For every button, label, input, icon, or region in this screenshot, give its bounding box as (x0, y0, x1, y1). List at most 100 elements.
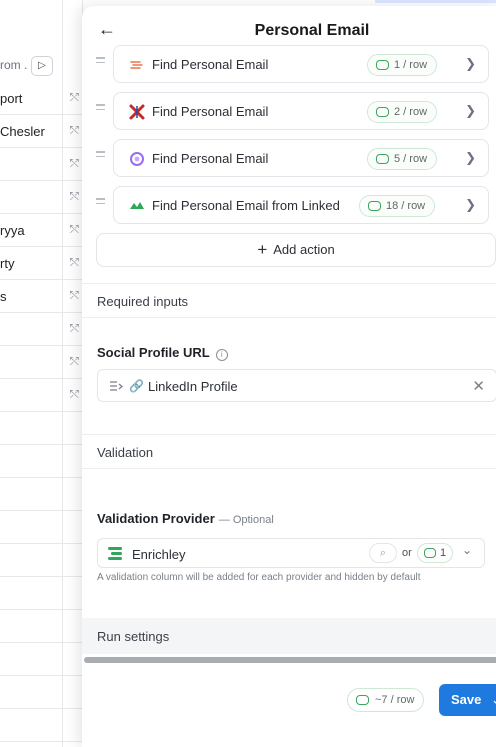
panel-title: Personal Email (254, 22, 370, 39)
table-cell[interactable]: port (0, 82, 62, 115)
table-row[interactable]: ⤲ (0, 379, 82, 412)
credit-coin-icon (376, 107, 389, 117)
or-text: or (402, 547, 412, 559)
action-card[interactable]: Find Personal Email 2 / row ❯ (113, 92, 489, 130)
table-row[interactable] (0, 577, 82, 610)
info-icon[interactable]: i (215, 349, 228, 361)
table-row[interactable] (0, 709, 82, 742)
row-link-icon: ⤲ (70, 92, 79, 104)
chevron-right-icon: ❯ (465, 197, 476, 212)
action-row: Find Personal Email 2 / row ❯ (96, 92, 496, 130)
action-card[interactable]: Find Personal Email 1 / row ❯ (113, 45, 489, 83)
run-settings-section[interactable]: Run settings (82, 618, 496, 654)
row-link-icon: ⤲ (70, 356, 79, 368)
table-row[interactable] (0, 412, 82, 445)
drag-handle-icon[interactable] (96, 104, 106, 118)
add-action-button[interactable]: + Add action (96, 233, 496, 267)
table-row[interactable] (0, 643, 82, 676)
divider (82, 317, 496, 318)
action-label: Find Personal Email (152, 57, 269, 72)
row-link-icon: ⤲ (70, 323, 79, 335)
divider (82, 283, 496, 284)
social-profile-input[interactable]: 🔗 LinkedIn Profile ✕ (97, 369, 496, 402)
social-profile-value: LinkedIn Profile (148, 379, 238, 394)
run-column-button[interactable]: ▷ (31, 56, 53, 76)
save-button[interactable]: Save ⌄ (439, 684, 496, 716)
run-settings-label: Run settings (97, 629, 170, 644)
action-row: Find Personal Email from Linked 18 / row… (96, 186, 496, 224)
credit-cost-badge: 1 / row (367, 54, 438, 76)
drag-handle-icon[interactable] (96, 57, 106, 71)
table-row[interactable] (0, 544, 82, 577)
credit-cost-badge: 18 / row (359, 195, 436, 217)
validation-help-text: A validation column will be added for ea… (97, 572, 421, 583)
provider-logo-icon (130, 61, 143, 69)
drag-handle-icon[interactable] (96, 198, 106, 212)
add-action-label: Add action (273, 242, 335, 257)
action-card[interactable]: Find Personal Email from Linked 18 / row… (113, 186, 489, 224)
credit-cost-badge: 5 / row (367, 148, 438, 170)
row-link-icon: ⤲ (70, 191, 79, 203)
table-row[interactable] (0, 676, 82, 709)
credit-coin-icon (368, 201, 381, 211)
provider-logo-icon (130, 152, 144, 166)
required-inputs-heading: Required inputs (97, 294, 189, 309)
credit-coin-icon (376, 154, 389, 164)
drag-handle-icon[interactable] (96, 151, 106, 165)
credit-cost-badge: 2 / row (367, 101, 438, 123)
table-row[interactable] (0, 445, 82, 478)
row-link-icon: ⤲ (70, 257, 79, 269)
panel-footer: ~7 / row Save ⌄ (82, 668, 496, 747)
table-cell[interactable]: ryya (0, 214, 62, 247)
close-icon[interactable]: ✕ (472, 377, 485, 395)
column-list-icon (110, 381, 123, 391)
action-row: Find Personal Email 1 / row ❯ (96, 45, 496, 83)
action-label: Find Personal Email (152, 151, 269, 166)
table-cell[interactable] (0, 181, 62, 214)
table-row[interactable]: s ⤲ (0, 280, 82, 313)
table-row[interactable] (0, 610, 82, 643)
row-link-icon: ⤲ (70, 125, 79, 137)
table-row[interactable]: rty ⤲ (0, 247, 82, 280)
table-row[interactable]: Chesler ⤲ (0, 115, 82, 148)
table-cell[interactable] (0, 148, 62, 181)
estimated-cost-badge: ~7 / row (347, 688, 425, 712)
table-row[interactable]: ⤲ (0, 346, 82, 379)
table-row[interactable]: ryya ⤲ (0, 214, 82, 247)
row-link-icon: ⤲ (70, 290, 79, 302)
divider (82, 434, 496, 435)
table-row[interactable]: ⤲ (0, 181, 82, 214)
table-row[interactable] (0, 511, 82, 544)
action-label: Find Personal Email from Linked (152, 198, 340, 213)
row-link-icon: ⤲ (70, 158, 79, 170)
table-row[interactable]: port ⤲ (0, 82, 82, 115)
table-row[interactable]: ⤲ (0, 148, 82, 181)
plus-icon: + (257, 240, 268, 259)
credit-coin-icon (424, 548, 436, 558)
provider-logo-icon (130, 202, 144, 209)
table-row[interactable]: ⤲ (0, 313, 82, 346)
background-top-bar (375, 0, 496, 3)
provider-name: Enrichley (132, 547, 186, 562)
chevron-down-icon[interactable]: ⌄ (462, 543, 472, 557)
validation-heading: Validation (97, 445, 154, 460)
table-cell[interactable]: rty (0, 247, 62, 280)
row-link-icon: ⤲ (70, 389, 79, 401)
link-icon: 🔗 (129, 379, 144, 393)
table-cell[interactable]: s (0, 280, 62, 313)
credit-cost-badge[interactable]: 1 (417, 543, 454, 563)
table-cell[interactable]: Chesler (0, 115, 62, 148)
row-link-icon: ⤲ (70, 224, 79, 236)
social-profile-label: Social Profile URL i (97, 345, 228, 361)
chevron-right-icon: ❯ (465, 103, 476, 118)
action-card[interactable]: Find Personal Email 5 / row ❯ (113, 139, 489, 177)
validation-provider-label: Validation Provider — Optional (97, 511, 274, 526)
action-label: Find Personal Email (152, 104, 269, 119)
table-row[interactable] (0, 478, 82, 511)
optional-tag: — Optional (218, 514, 274, 526)
horizontal-scrollbar[interactable] (84, 657, 496, 663)
validation-provider-select[interactable]: Enrichley ⌕ or 1 ⌄ (97, 538, 485, 568)
divider (82, 468, 496, 469)
search-icon[interactable]: ⌕ (369, 543, 397, 563)
chevron-down-icon[interactable]: ⌄ (491, 692, 496, 707)
